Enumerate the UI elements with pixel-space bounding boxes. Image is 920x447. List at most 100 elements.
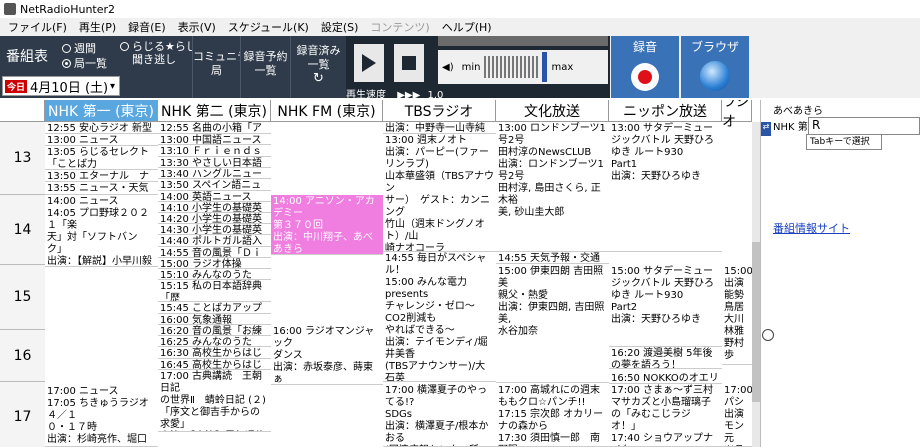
scroll-thumb[interactable]	[752, 242, 760, 402]
station-header[interactable]: NHK 第二 (東京)	[158, 100, 271, 122]
program-cell[interactable]: 14:20 小学生の基礎英語	[158, 213, 271, 224]
program-table-label: 番組表	[6, 49, 48, 65]
recorded-list-label: 録音済み 一覧	[296, 44, 341, 71]
program-cell[interactable]: 17:00 高城れにの週末ももクロ☆パンチ!! 17:15 宗次郎 オカリーナの…	[496, 384, 609, 447]
program-cell[interactable]: 13:00 週末ノオト 出演：パーピー(ファーリンラブ) 山本華盛領（TBSアナ…	[383, 134, 496, 252]
record-button[interactable]: 録音	[611, 36, 679, 98]
program-cell[interactable]: 14:40 ポルトガル語入門	[158, 235, 271, 247]
station-header[interactable]: NHK FM (東京)	[271, 100, 383, 122]
station-header[interactable]: TBSラジオ	[383, 100, 496, 122]
status-circle-icon	[762, 329, 774, 341]
today-badge: 今日	[5, 79, 28, 93]
volume-control[interactable]: ◀) min max	[438, 50, 608, 84]
window-title: NetRadioHunter2	[20, 2, 116, 16]
program-cell[interactable]: 14:30 小学生の基礎英語	[158, 224, 271, 235]
program-cell[interactable]: 13:00 ロンドンブーツ1号2号 田村淳のNewsCLUB 出演：ロンドンブー…	[496, 122, 609, 252]
chevron-down-icon: ▾	[109, 80, 115, 92]
program-cell[interactable]: 13:30 やさしい日本語	[158, 157, 271, 168]
program-cell[interactable]: 16:50 NOKKOのオエリ ただいま。	[609, 372, 722, 384]
program-cell[interactable]: 13:40 ハングルニュース	[158, 168, 271, 179]
search-input[interactable]: R	[808, 117, 920, 135]
hour-label: 17	[0, 382, 45, 447]
grid-scrollbar[interactable]	[752, 122, 760, 447]
station-header[interactable]: ラジオ	[722, 100, 752, 130]
stop-button[interactable]	[394, 44, 424, 82]
search-panel: あべあきら NHK 第 ⇄ 番組情報サイト	[760, 100, 920, 447]
program-cell[interactable]: 14:10 小学生の基礎英語	[158, 202, 271, 213]
radio-station-label: 局一覧	[74, 57, 107, 70]
menu-item[interactable]: 再生(P)	[73, 19, 122, 35]
refresh-icon: ↻	[313, 71, 324, 86]
program-cell[interactable]: 15:00 サタデーミュージックバトル 天野ひろゆき ルート930 Part2 …	[609, 265, 722, 347]
program-cell[interactable]: 14:55 毎日がスペシャル！ 15:00 みんな電力 presents チャレ…	[383, 252, 496, 382]
reserved-list-button[interactable]: 録音予約 一覧	[240, 36, 290, 98]
program-cell[interactable]: 13:55 ニュース・天気予報・交	[45, 182, 158, 195]
program-cell[interactable]: 16:20 渡邉美樹 5年後の夢を語ろう！	[609, 347, 722, 369]
program-cell[interactable]: 15:45 ことばカアップ 心をつ	[158, 302, 271, 314]
vol-max-label: max	[551, 61, 574, 73]
play-button[interactable]	[354, 44, 384, 82]
program-cell[interactable]: 13:00 サタデーミュージックバトル 天野ひろゆき ルート930 Part1 …	[609, 122, 722, 252]
program-cell[interactable]: 17:00 さまぁ〜ず三村マサカズと小島瑠璃子の「みむこじラジオ！」 17:40…	[609, 384, 722, 447]
menu-item[interactable]: ヘルプ(H)	[436, 19, 498, 35]
program-cell[interactable]: 16:00 ラジオマンジャック ダンス 出演：赤坂泰彦、蒔東ぁ み、門司拳、神谷…	[271, 325, 383, 385]
station-header[interactable]: ニッポン放送	[609, 100, 722, 122]
program-cell[interactable]: 15:00 ラジオ体操	[158, 258, 271, 269]
menu-item[interactable]: 設定(S)	[315, 19, 365, 35]
swap-icon[interactable]: ⇄	[761, 122, 771, 136]
program-cell[interactable]: 14:00 ニュース 14:05 プロ野球２０２１「楽 天」対「ソフトバンク」 …	[45, 195, 158, 267]
program-cell[interactable]: 13:10 Ｆｒｉｅｎｄｓ Ａ	[158, 145, 271, 157]
program-cell[interactable]: 17:00 パシ 出演 モン 元 ツラ	[722, 384, 752, 447]
program-cell[interactable]: 13:00 ニュース	[45, 134, 158, 146]
community-button[interactable]: コミュニティ 局	[192, 36, 258, 98]
date-select[interactable]: 今日 4月10日 (土) ▾	[2, 76, 120, 96]
program-cell[interactable]: 12:55 名曲の小箱「アイオ	[158, 122, 271, 134]
program-cell[interactable]: 15:00 伊東四朗 吉田照美 親父・熱愛 出演：伊東四朗, 吉田照美, 水谷加…	[496, 265, 609, 383]
program-cell[interactable]: 15:00 出演 能勢 鳥居 大川 林雅 野村 歩	[722, 265, 752, 365]
program-cell[interactable]: 16:30 高校生からはじめる「現	[158, 347, 271, 359]
radio-week[interactable]: 週間	[62, 40, 96, 56]
menu-item[interactable]: ファイル(F)	[2, 19, 73, 35]
program-cell[interactable]: 14:00 アニソン・アカデミー 第３７０回 出演：中川翔子、あべあきら	[271, 195, 383, 255]
program-cell[interactable]: 13:00 中国語ニュース	[158, 134, 271, 145]
recorded-list-button[interactable]: 録音済み 一覧 ↻	[290, 36, 346, 98]
speaker-icon: ◀)	[442, 61, 454, 73]
search-prefix: NHK 第	[773, 122, 808, 133]
program-info-link[interactable]: 番組情報サイト	[773, 220, 850, 236]
menu-item[interactable]: 表示(V)	[172, 19, 222, 35]
program-cell[interactable]: 出演：中野寺一山寺純菜	[383, 122, 496, 134]
menu-item[interactable]: コンテンツ)	[364, 19, 435, 35]
station-header[interactable]: 文化放送	[496, 100, 609, 122]
program-cell[interactable]: 15:15 私の日本語辞典「歴 史資料が語る古代の道路	[158, 280, 271, 302]
program-cell[interactable]: 17:00 古典講読 王朝日記 の世界Ⅱ 蜻蛉日記 (２) 「序文と御吉手からの…	[158, 370, 271, 432]
program-cell[interactable]: 13:50 エターナル ナンバーズ	[45, 170, 158, 182]
program-cell[interactable]: 16:25 みんなのうた「笑顔」	[158, 336, 271, 347]
program-cell[interactable]: 16:00 気象通報	[158, 314, 271, 325]
program-cell[interactable]: 14:00 英語ニュース	[158, 191, 271, 202]
station-header[interactable]: NHK 第一 (東京)	[45, 100, 158, 122]
menu-item[interactable]: 録音(E)	[122, 19, 172, 35]
browser-label: ブラウザ	[690, 40, 739, 54]
program-cell[interactable]: 12:55 安心ラジオ 新型コロナ	[45, 122, 158, 134]
program-cell[interactable]: 17:00 ニュース 17:05 ちきゅうラジオ ４／１ ０・１７時 出演：杉崎…	[45, 385, 158, 447]
browser-button[interactable]: ブラウザ	[681, 36, 749, 98]
vol-min-label: min	[461, 61, 481, 73]
program-cell[interactable]: 14:55 音の風景「Ｄｉｓｃ	[158, 247, 271, 258]
radio-station[interactable]: 局一覧	[62, 55, 107, 71]
radio-radiru-dot	[120, 42, 129, 51]
playback-speed[interactable]: 再生速度 ▶▶▶ 1.0	[346, 86, 610, 101]
record-icon	[631, 63, 659, 91]
program-cell[interactable]: 16:20 音の風景「お練り行列	[158, 325, 271, 336]
program-cell[interactable]: 14:55 天気予報・交通情報	[496, 252, 609, 264]
volume-slider-knob[interactable]	[542, 52, 548, 82]
seek-bar[interactable]	[438, 36, 608, 46]
program-cell[interactable]: 17:00 横澤夏子のやってる!? SDGs 出演：横澤夏子/根本かおる (国連…	[383, 384, 496, 447]
program-cell[interactable]: 15:10 みんなのうた「ふりむけ	[158, 269, 271, 280]
hour-label: 13	[0, 122, 45, 195]
view-panel: 番組表 週間 局一覧 らじる★らじる 聞き逃し 今日 4月10日 (土) ▾	[0, 36, 208, 98]
menu-item[interactable]: スケジュール(K)	[222, 19, 315, 35]
program-cell[interactable]: 13:05 らじるセレクト「ことば力 アップ “ことばエッセイ 放送	[45, 146, 158, 170]
player: ◀) min max 再生速度 ▶▶▶ 1.0	[346, 36, 610, 101]
program-cell[interactable]: 13:50 スペイン語ニュース	[158, 179, 271, 191]
program-cell[interactable]: 16:45 高校生からはじめる「現	[158, 359, 271, 370]
